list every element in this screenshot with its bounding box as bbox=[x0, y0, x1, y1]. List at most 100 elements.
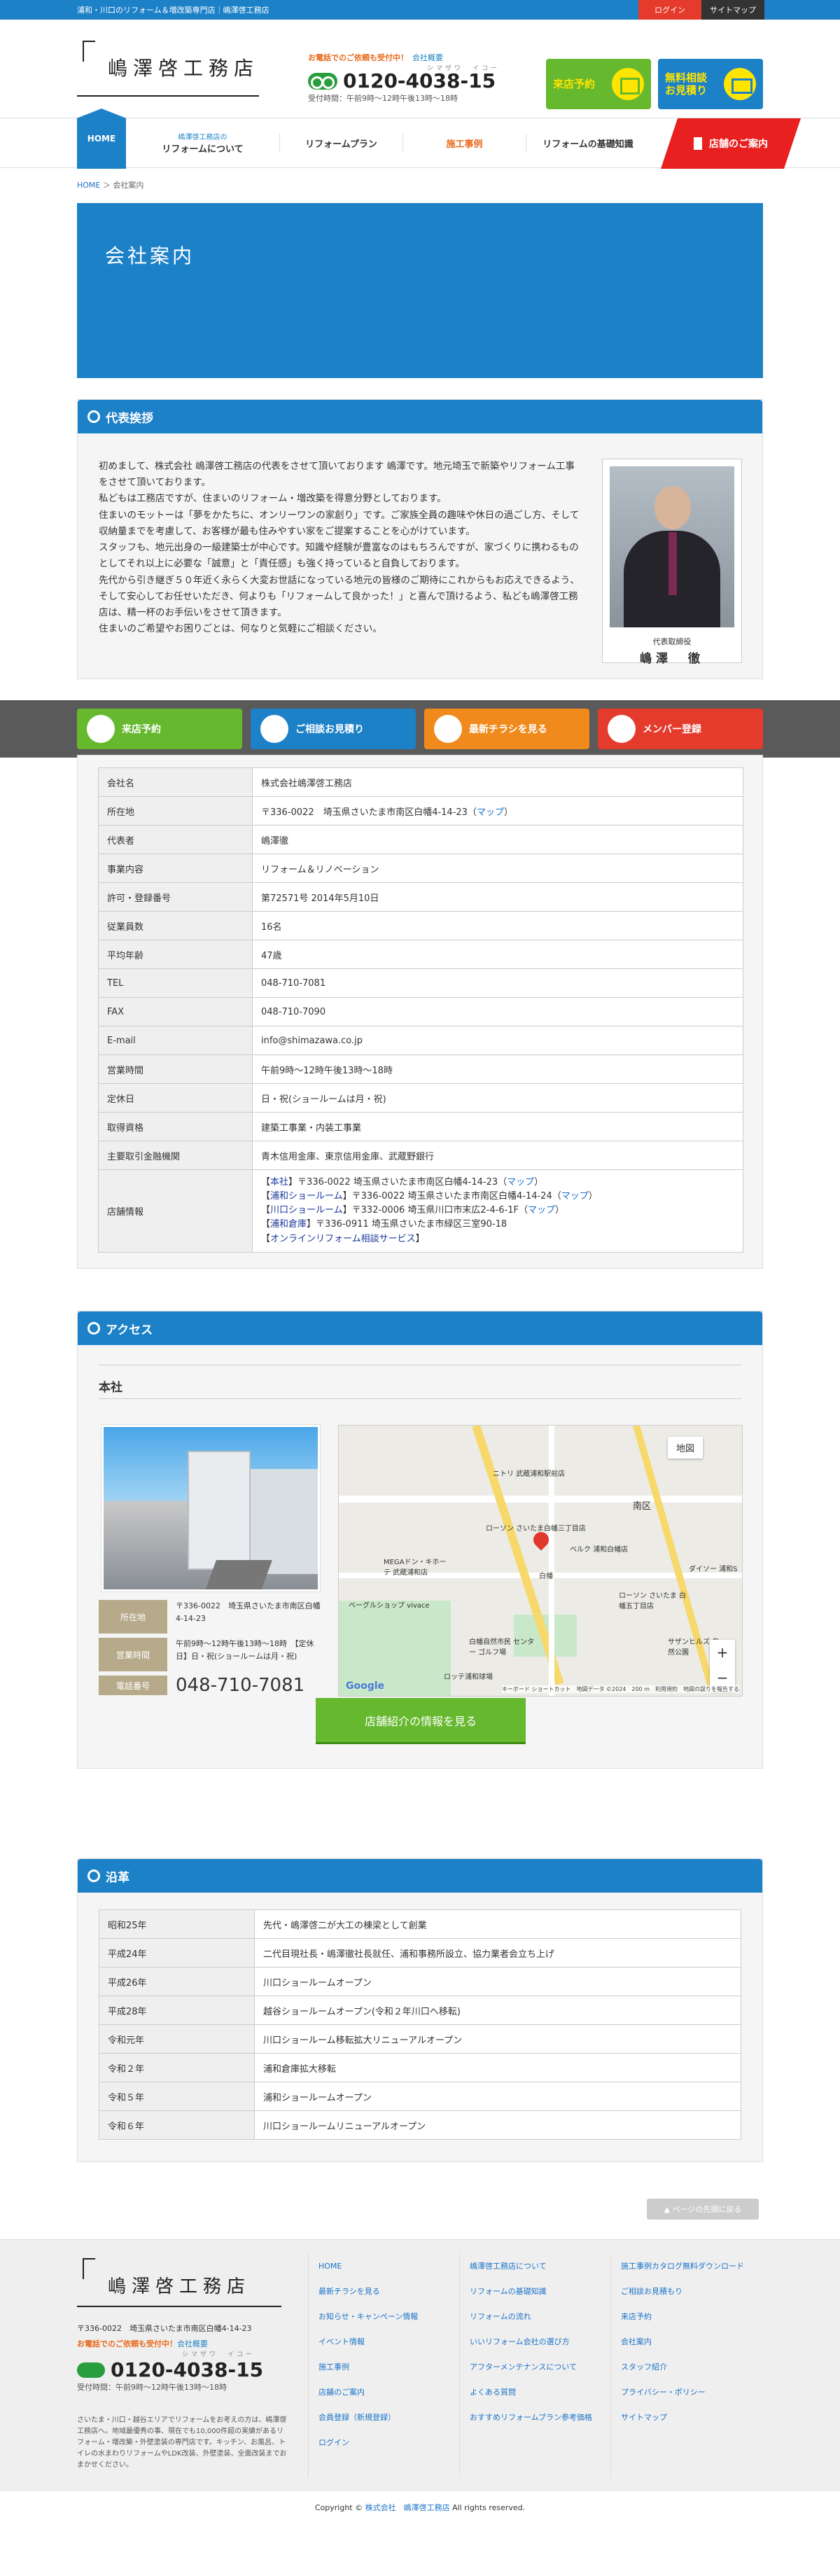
phone-number[interactable]: 0120-4038-15 bbox=[308, 69, 500, 92]
table-row: 平成24年 二代目現社長・嶋澤徹社長就任、浦和事務所設立、協力業者会立ち上げ bbox=[99, 1938, 741, 1968]
login-link[interactable]: ログイン bbox=[638, 0, 701, 20]
footer-link[interactable]: ご相談お見積もり bbox=[621, 2279, 762, 2304]
footer-link[interactable]: 施工事例カタログ無料ダウンロード bbox=[621, 2254, 762, 2279]
shop-info-item: 【川口ショールーム】〒332-0006 埼玉県川口市末広2-4-6-1F（マップ… bbox=[261, 1204, 734, 1218]
cta-consult-button[interactable]: ご相談お見積り bbox=[251, 709, 416, 749]
footer-link[interactable]: いいリフォーム会社の選び方 bbox=[470, 2330, 610, 2355]
footer-link[interactable]: ログイン bbox=[318, 2430, 459, 2456]
footer-link[interactable]: よくある質問 bbox=[470, 2380, 610, 2405]
footer-logo[interactable]: 嶋澤啓工務店 bbox=[77, 2258, 287, 2307]
visit-reservation-button[interactable]: 来店予約 bbox=[546, 59, 651, 109]
shop-link[interactable]: 本社 bbox=[270, 1177, 288, 1188]
nav-shop-button[interactable]: 店舗のご案内 bbox=[661, 118, 801, 169]
map-link[interactable]: マップ bbox=[477, 807, 504, 818]
footer-link[interactable]: サイトマップ bbox=[621, 2405, 762, 2430]
table-row: 許可・登録番号 第72571号 2014年5月10日 bbox=[98, 882, 743, 912]
nav-home[interactable]: HOME bbox=[77, 109, 126, 169]
logo-underline bbox=[77, 2306, 281, 2307]
history-year: 平成24年 bbox=[99, 1938, 255, 1968]
map-label: ベルク 浦和白幡店 bbox=[570, 1546, 629, 1554]
shop-link[interactable]: 浦和ショールーム bbox=[270, 1191, 343, 1202]
address-label: 所在地 bbox=[99, 1600, 167, 1634]
footer-link[interactable]: アフターメンテナンスについて bbox=[470, 2355, 610, 2380]
footer-link[interactable]: 施工事例 bbox=[318, 2355, 459, 2380]
footer-link[interactable]: 嶋澤啓工務店について bbox=[470, 2254, 610, 2279]
breadcrumb-home[interactable]: HOME bbox=[77, 181, 100, 190]
google-map[interactable]: ローソン さいたま白幡三丁目店 ニトリ 武蔵浦和駅前店 MEGAドン・キホーテ … bbox=[338, 1425, 743, 1697]
phone-number-text: 0120-4038-15 bbox=[343, 69, 496, 92]
page-title: 会社案内 bbox=[105, 244, 195, 267]
cta-member-button[interactable]: メンバー登録 bbox=[598, 709, 763, 749]
footer-link[interactable]: 来店予約 bbox=[621, 2304, 762, 2330]
footer-link[interactable]: リフォームの基礎知識 bbox=[470, 2279, 610, 2304]
shop-address: 〒336-0022 埼玉県さいたま市南区白幡4-14-23（ bbox=[298, 1177, 507, 1188]
history-year: 令和６年 bbox=[99, 2110, 255, 2140]
footer-overview-link[interactable]: 会社概要 bbox=[177, 2339, 208, 2348]
greeting-heading-text: 代表挨拶 bbox=[106, 411, 153, 426]
nav-basics[interactable]: リフォームの基礎知識 bbox=[526, 134, 650, 152]
tel-value[interactable]: 048-710-7081 bbox=[167, 1676, 304, 1695]
footer-caption-text: お電話でのご依頼も受付中！ bbox=[77, 2339, 177, 2348]
breadcrumb-current: 会社案内 bbox=[113, 181, 144, 190]
site-logo[interactable]: 嶋澤啓工務店 bbox=[77, 41, 280, 97]
cta-flyer-button[interactable]: 最新チラシを見る bbox=[424, 709, 589, 749]
nav-plan[interactable]: リフォームプラン bbox=[280, 134, 403, 152]
footer-column: 嶋澤啓工務店について リフォームの基礎知識 リフォームの流れ いいリフォーム会社の選び… bbox=[459, 2254, 610, 2478]
footer-link[interactable]: 店舗のご案内 bbox=[318, 2380, 459, 2405]
footer-phone-number[interactable]: 0120-4038-15 bbox=[77, 2358, 263, 2381]
footer-link[interactable]: 最新チラシを見る bbox=[318, 2279, 459, 2304]
office-hours-row: 営業時間 午前9時〜12時午後13時〜18時 【定休日】日・祝(ショールームは月・… bbox=[99, 1638, 323, 1671]
greeting-paragraph: 先代から引き継ぎ５０年近く永らく大変お世話になっている地元の皆様のご期待にこれか… bbox=[99, 574, 580, 618]
footer-link[interactable]: リフォームの流れ bbox=[470, 2304, 610, 2330]
table-key: 定休日 bbox=[98, 1083, 253, 1113]
footer-link[interactable]: イベント情報 bbox=[318, 2330, 459, 2355]
shop-link[interactable]: 浦和倉庫 bbox=[270, 1219, 307, 1230]
map-link[interactable]: マップ bbox=[528, 1205, 555, 1216]
hours-value: 午前9時〜12時午後13時〜18時 【定休日】日・祝(ショールームは月・祝) bbox=[176, 1639, 314, 1661]
footer-link[interactable]: おすすめリフォームプラン参考価格 bbox=[470, 2405, 610, 2430]
table-key: 許可・登録番号 bbox=[98, 882, 253, 912]
shop-link[interactable]: オンラインリフォーム相談サービス bbox=[270, 1234, 416, 1244]
shop-info-item: 【本社】〒336-0022 埼玉県さいたま市南区白幡4-14-23（マップ） bbox=[261, 1176, 734, 1190]
access-heading: アクセス bbox=[78, 1311, 762, 1345]
footer-link[interactable]: 会社案内 bbox=[621, 2330, 762, 2355]
nav-cases[interactable]: 施工事例 bbox=[403, 134, 526, 152]
logo-bracket bbox=[83, 41, 95, 62]
map-link[interactable]: マップ bbox=[507, 1177, 534, 1188]
shop-bracket: 【 bbox=[261, 1177, 271, 1188]
logo-bracket bbox=[83, 2258, 95, 2279]
footer-link[interactable]: プライバシー・ポリシー bbox=[621, 2380, 762, 2405]
footer-link[interactable]: お知らせ・キャンペーン情報 bbox=[318, 2304, 459, 2330]
history-event: 浦和倉庫拡大移転 bbox=[254, 2053, 741, 2082]
access-heading-text: アクセス bbox=[106, 1323, 153, 1337]
sitemap-link[interactable]: サイトマップ bbox=[701, 0, 764, 20]
table-row: 昭和25年 先代・嶋澤啓二が大工の棟梁として創業 bbox=[99, 1909, 741, 1939]
map-type-button[interactable]: 地図 bbox=[667, 1437, 703, 1458]
footer-hours: 受付時間：午前9時〜12時午後13時〜18時 bbox=[77, 2383, 227, 2392]
table-row: 主要取引金融機関 青木信用金庫、東京信用金庫、武蔵野銀行 bbox=[98, 1141, 743, 1170]
footer-link[interactable]: スタッフ紹介 bbox=[621, 2355, 762, 2380]
shop-link[interactable]: 川口ショールーム bbox=[270, 1205, 343, 1216]
map-attribution[interactable]: キーボード ショートカット 地図データ ©2024 200 m 利用規約 地図の… bbox=[501, 1685, 739, 1693]
copyright-company-link[interactable]: 株式会社 嶋澤啓工務店 bbox=[365, 2503, 450, 2512]
nav-about[interactable]: 嶋澤啓工務店の リフォームについて bbox=[126, 134, 280, 155]
page-top-button[interactable]: ▲ ページの先頭に戻る bbox=[647, 2199, 759, 2220]
cta-visit-button[interactable]: 来店予約 bbox=[77, 709, 242, 749]
company-overview-link[interactable]: 会社概要 bbox=[412, 53, 443, 62]
free-estimate-button[interactable]: 無料相談 お見積り bbox=[658, 59, 763, 109]
shop-info-button[interactable]: 店舗紹介の情報を見る bbox=[316, 1698, 526, 1744]
greeting-paragraph: 初めまして、株式会社 嶋澤啓工務店の代表をさせて頂いております 嶋澤です。地元埼… bbox=[99, 461, 575, 489]
map-link[interactable]: マップ bbox=[561, 1191, 589, 1202]
footer-link[interactable]: HOME bbox=[318, 2254, 459, 2279]
map-label: 白幡 bbox=[539, 1573, 553, 1580]
history-heading-text: 沿革 bbox=[106, 1870, 130, 1885]
history-year: 昭和25年 bbox=[99, 1909, 255, 1939]
table-key: 所在地 bbox=[98, 796, 253, 826]
table-row: 令和６年 川口ショールームリニューアルオープン bbox=[99, 2110, 741, 2140]
footer-link[interactable]: 会員登録（新規登録） bbox=[318, 2405, 459, 2430]
president-name: 嶋澤 徹 bbox=[640, 652, 704, 666]
map-zoom-controls[interactable]: + − bbox=[710, 1640, 735, 1692]
zoom-in-icon[interactable]: + bbox=[710, 1640, 735, 1665]
google-logo: Google bbox=[346, 1680, 385, 1692]
header: 嶋澤啓工務店 お電話でのご依頼も受付中！ 会社概要 シマザワ イコー 0120-4… bbox=[0, 20, 840, 118]
